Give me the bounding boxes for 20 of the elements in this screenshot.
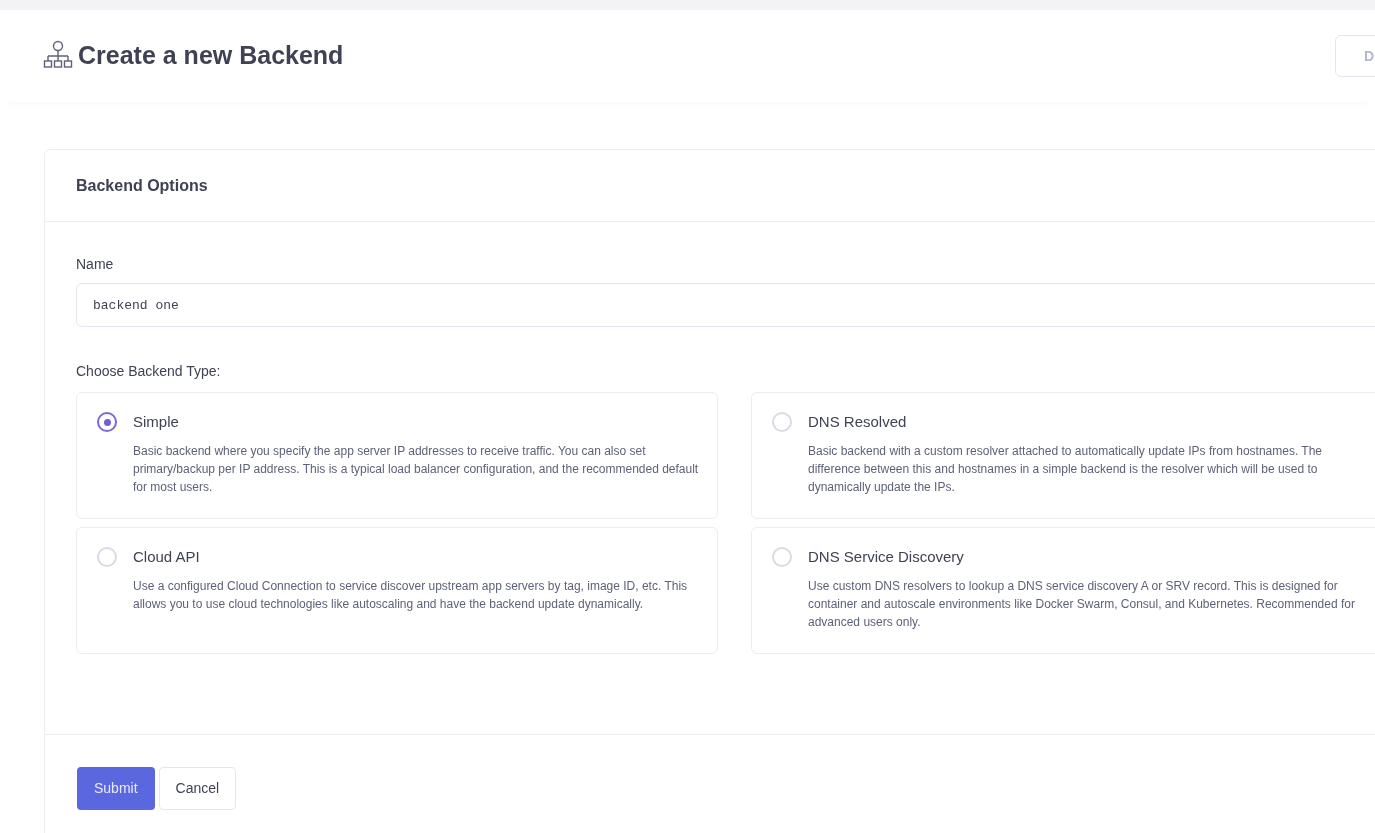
field-label: Name xyxy=(76,255,115,274)
card-title: Backend Options xyxy=(76,175,208,196)
type-label: Choose Backend Type: xyxy=(76,362,222,381)
option-title: Cloud API xyxy=(133,547,201,567)
option-description: Basic backend with a custom resolver attached to automatically update IPs from hostnames. The difference between this and hostnames in a simple backend is the resolver which will be used to dynamically update the IPs. xyxy=(808,443,1324,496)
option-description: Basic backend where you specify the app server IP addresses to receive traffic. You can also set primary/backup per IP address. This is a typical load balancer configuration, and the recommended default for most users. xyxy=(133,443,700,496)
radio-button[interactable] xyxy=(97,412,117,432)
backend-type-option[interactable] xyxy=(76,527,718,654)
backend-type-option[interactable] xyxy=(76,392,718,519)
option-title: DNS Service Discovery xyxy=(808,547,965,567)
backend-type-option[interactable] xyxy=(751,392,1375,519)
backend-type-option[interactable] xyxy=(751,527,1375,654)
option-title: DNS Resolved xyxy=(808,412,908,432)
option-description: Use a configured Cloud Connection to service discover upstream app servers by tag, image ID, etc. This allows you to use cloud technologies like autoscaling and have the backend update dynamically. xyxy=(133,578,689,613)
option-title: Simple xyxy=(133,412,180,432)
cancel-button[interactable]: Cancel xyxy=(158,767,237,810)
submit-button[interactable]: Submit xyxy=(77,767,155,810)
name-input[interactable]: backend one xyxy=(76,283,1375,327)
option-description: Use custom DNS resolvers to lookup a DNS service discovery A or SRV record. This is designed for container and autoscale environments like Docker Swarm, Consul, and Kubernetes. Recommended for advanced users only. xyxy=(808,578,1356,631)
page-title: Create a new Backend xyxy=(78,40,344,72)
